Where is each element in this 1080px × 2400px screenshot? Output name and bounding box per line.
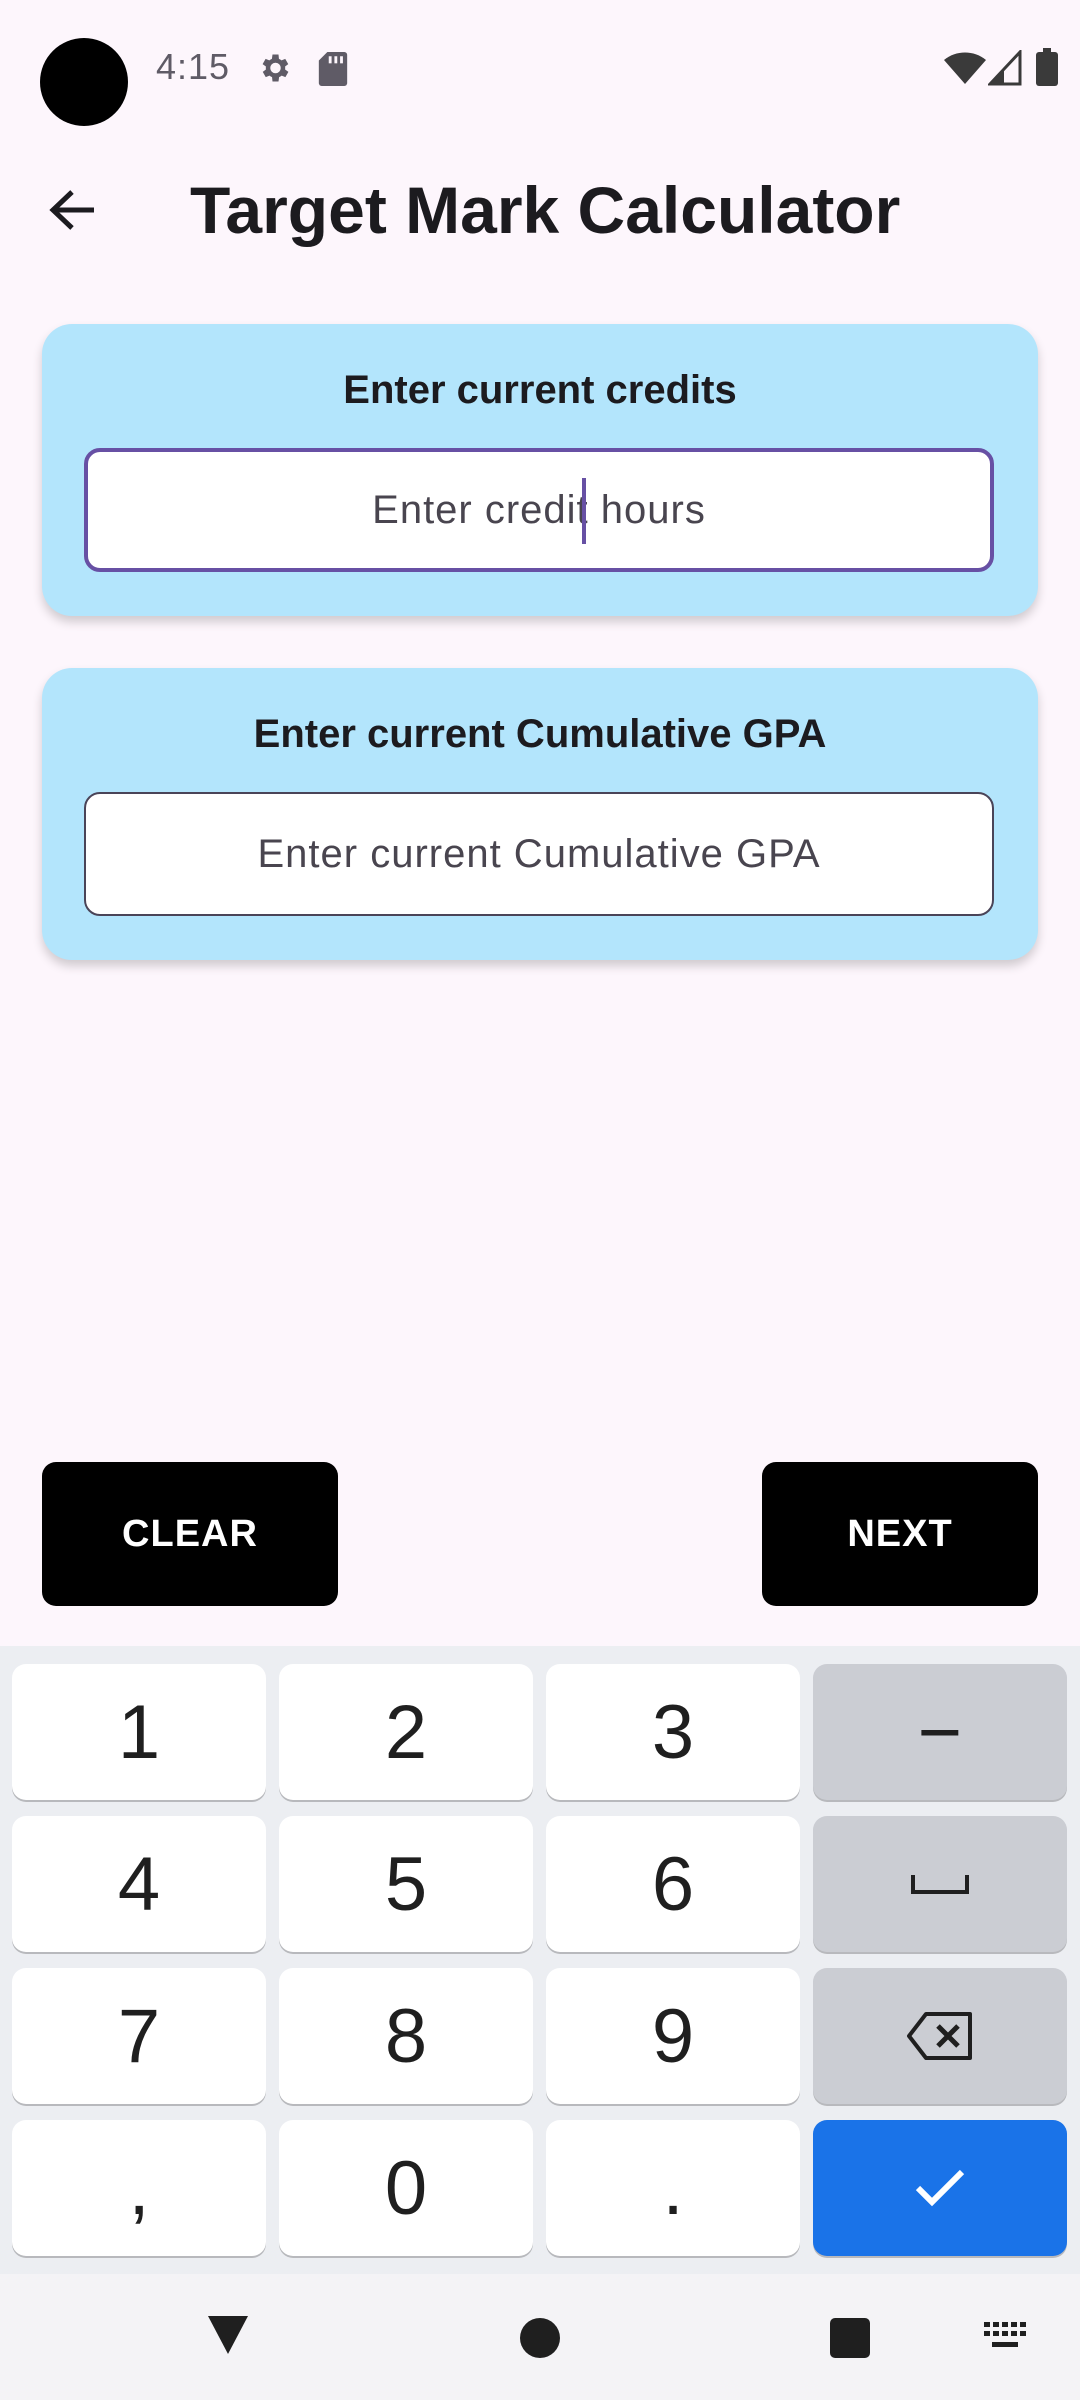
arrow-back-icon	[49, 190, 94, 230]
clear-button[interactable]: CLEAR	[42, 1462, 338, 1606]
status-bar: 4:15	[0, 0, 1080, 136]
gpa-input[interactable]	[86, 830, 992, 878]
key-backspace[interactable]	[813, 1968, 1067, 2104]
nav-home-icon[interactable]	[520, 2318, 560, 2358]
key-comma[interactable]: ,	[12, 2120, 266, 2256]
key-1[interactable]: 1	[12, 1664, 266, 1800]
battery-icon	[1036, 48, 1058, 86]
key-2[interactable]: 2	[279, 1664, 533, 1800]
key-9[interactable]: 9	[546, 1968, 800, 2104]
camera-cutout	[40, 38, 128, 126]
text-cursor	[582, 478, 586, 544]
key-3[interactable]: 3	[546, 1664, 800, 1800]
key-period[interactable]: .	[546, 2120, 800, 2256]
check-icon	[915, 2169, 965, 2207]
signal-icon	[988, 50, 1022, 86]
nav-back-icon[interactable]	[206, 2314, 250, 2356]
next-button[interactable]: NEXT	[762, 1462, 1038, 1606]
sd-card-icon	[318, 52, 348, 86]
key-8[interactable]: 8	[279, 1968, 533, 2104]
key-7[interactable]: 7	[12, 1968, 266, 2104]
numeric-keyboard: 1 2 3 − 4 5 6 7 8 9 , 0 .	[0, 1646, 1080, 2274]
credits-field[interactable]	[84, 448, 994, 572]
navigation-bar	[0, 2274, 1080, 2400]
key-6[interactable]: 6	[546, 1816, 800, 1952]
key-space[interactable]	[813, 1816, 1067, 1952]
back-button[interactable]	[36, 178, 108, 242]
credits-card: Enter current credits	[42, 324, 1038, 616]
credits-label: Enter current credits	[343, 368, 737, 412]
space-icon	[911, 1875, 969, 1894]
gpa-label: Enter current Cumulative GPA	[253, 712, 827, 756]
key-0[interactable]: 0	[279, 2120, 533, 2256]
status-time: 4:15	[156, 46, 231, 87]
key-4[interactable]: 4	[12, 1816, 266, 1952]
key-5[interactable]: 5	[279, 1816, 533, 1952]
key-minus[interactable]: −	[813, 1664, 1067, 1800]
gpa-field[interactable]	[84, 792, 994, 916]
nav-recents-icon[interactable]	[830, 2318, 870, 2358]
page-title: Target Mark Calculator	[190, 173, 901, 247]
credits-input[interactable]	[88, 486, 990, 534]
gpa-card: Enter current Cumulative GPA	[42, 668, 1038, 960]
wifi-icon	[944, 52, 986, 84]
key-done[interactable]	[813, 2120, 1067, 2256]
settings-icon	[262, 54, 289, 82]
backspace-icon	[907, 2012, 972, 2060]
keyboard-switch-icon[interactable]	[984, 2322, 1028, 2352]
app-bar: Target Mark Calculator	[0, 150, 1080, 270]
